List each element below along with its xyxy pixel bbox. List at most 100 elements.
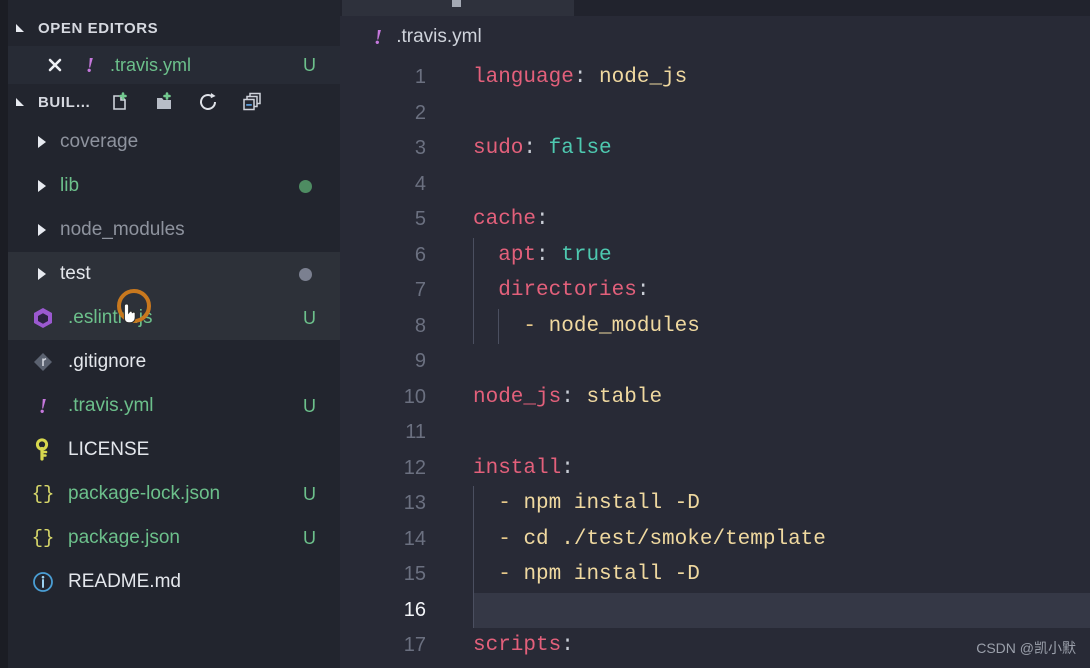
line-number[interactable]: 10 bbox=[340, 386, 440, 409]
line-number[interactable]: 6 bbox=[340, 244, 440, 267]
watermark: CSDN @凯小默 bbox=[976, 640, 1076, 656]
travis-yml-icon: ! bbox=[38, 393, 48, 418]
chevron-down-icon[interactable] bbox=[14, 20, 30, 36]
chevron-right-icon[interactable] bbox=[32, 132, 52, 152]
explorer-sidebar: OPEN EDITORS ! .travis.yml U BUIL… cover… bbox=[8, 0, 340, 668]
vscode-window: OPEN EDITORS ! .travis.yml U BUIL… cover… bbox=[0, 0, 1090, 668]
code-token: : bbox=[573, 66, 587, 90]
line-number[interactable]: 3 bbox=[340, 137, 440, 160]
code-line[interactable]: 12 install: bbox=[340, 451, 1090, 487]
chevron-right-icon[interactable] bbox=[32, 176, 52, 196]
line-number[interactable]: 12 bbox=[340, 457, 440, 480]
code-token: : bbox=[636, 279, 650, 303]
line-number[interactable]: 8 bbox=[340, 315, 440, 338]
tree-file-label: package.json bbox=[68, 527, 180, 548]
git-status-badge: U bbox=[303, 307, 316, 328]
code-line[interactable]: 9 bbox=[340, 344, 1090, 380]
code-line[interactable]: 4 bbox=[340, 167, 1090, 203]
code-token: npm install -D bbox=[523, 563, 700, 587]
tree-file-travis[interactable]: ! .travis.yml U bbox=[8, 384, 340, 428]
code-line[interactable]: 15 - npm install -D bbox=[340, 557, 1090, 593]
code-line[interactable]: 11 bbox=[340, 415, 1090, 451]
tree-folder-label: node_modules bbox=[60, 219, 185, 240]
line-number[interactable]: 1 bbox=[340, 66, 440, 89]
code-text: language: node_js bbox=[440, 66, 687, 89]
explorer-section-header[interactable]: BUIL… bbox=[8, 84, 340, 120]
code-line[interactable]: 10 node_js: stable bbox=[340, 380, 1090, 416]
collapse-folders-button[interactable] bbox=[241, 91, 263, 113]
new-folder-button[interactable] bbox=[153, 91, 175, 113]
code-token: scripts bbox=[473, 634, 562, 658]
tree-file-package-json[interactable]: {} package.json U bbox=[8, 516, 340, 560]
code-token: - bbox=[523, 314, 537, 338]
code-line[interactable]: 2 bbox=[340, 96, 1090, 132]
line-number[interactable]: 16 bbox=[340, 599, 440, 622]
code-line[interactable]: 16 bbox=[340, 592, 1090, 628]
code-text: - node_modules bbox=[440, 314, 699, 338]
code-line[interactable]: 6 apt: true bbox=[340, 237, 1090, 273]
code-text: install: bbox=[440, 457, 574, 480]
code-token: : bbox=[536, 208, 549, 232]
travis-yml-icon: ! bbox=[374, 24, 383, 49]
code-editor[interactable]: 1 language: node_js 2 3 sudo: false 4 5 cache: 6… bbox=[340, 60, 1090, 668]
tree-folder-coverage[interactable]: coverage bbox=[8, 120, 340, 164]
line-number[interactable]: 7 bbox=[340, 279, 440, 302]
key-icon bbox=[28, 437, 58, 463]
line-number[interactable]: 11 bbox=[340, 421, 440, 444]
tree-file-label: package-lock.json bbox=[68, 483, 221, 504]
tree-folder-node-modules[interactable]: node_modules bbox=[8, 208, 340, 252]
line-number[interactable]: 13 bbox=[340, 492, 440, 515]
tree-file-eslintrc[interactable]: .eslintrc.js U bbox=[8, 296, 340, 340]
code-token: language bbox=[473, 66, 574, 90]
tree-file-package-lock[interactable]: {} package-lock.json U bbox=[8, 472, 340, 516]
code-line[interactable]: 13 - npm install -D bbox=[340, 486, 1090, 522]
code-text: cache: bbox=[440, 208, 549, 231]
code-line[interactable]: 14 - cd ./test/smoke/template bbox=[340, 521, 1090, 557]
open-editors-section-header[interactable]: OPEN EDITORS bbox=[8, 10, 340, 46]
git-status-badge: U bbox=[303, 483, 316, 504]
new-file-button[interactable] bbox=[109, 91, 131, 113]
code-line[interactable]: 1 language: node_js bbox=[340, 60, 1090, 96]
code-text: scripts: bbox=[440, 634, 574, 657]
editor-tab-travis[interactable] bbox=[342, 0, 574, 16]
code-line[interactable]: 5 cache: bbox=[340, 202, 1090, 238]
code-line[interactable]: 7 directories: bbox=[340, 273, 1090, 309]
git-icon bbox=[28, 349, 58, 375]
line-number[interactable]: 9 bbox=[340, 350, 440, 373]
open-editor-item-travis[interactable]: ! .travis.yml U bbox=[8, 46, 340, 84]
line-number[interactable]: 2 bbox=[340, 102, 440, 125]
tree-file-label: .eslintrc.js bbox=[68, 307, 153, 328]
code-token: : bbox=[561, 456, 574, 480]
editor-tab-strip bbox=[340, 0, 1090, 16]
line-number[interactable]: 15 bbox=[340, 563, 440, 586]
tree-folder-lib[interactable]: lib bbox=[8, 164, 340, 208]
tree-folder-test[interactable]: test bbox=[8, 252, 340, 296]
tree-file-readme[interactable]: README.md bbox=[8, 560, 340, 604]
code-line[interactable]: 3 sudo: false bbox=[340, 131, 1090, 167]
tree-file-license[interactable]: LICENSE bbox=[8, 428, 340, 472]
code-token: sudo bbox=[473, 137, 524, 161]
line-number[interactable]: 5 bbox=[340, 208, 440, 231]
code-line[interactable]: 8 - node_modules bbox=[340, 308, 1090, 344]
tree-file-gitignore[interactable]: .gitignore bbox=[8, 340, 340, 384]
chevron-down-icon[interactable] bbox=[14, 94, 30, 110]
refresh-explorer-button[interactable] bbox=[197, 91, 219, 113]
line-number[interactable]: 4 bbox=[340, 173, 440, 196]
close-icon[interactable] bbox=[46, 56, 64, 74]
tree-folder-label: lib bbox=[60, 175, 80, 196]
open-editor-label: .travis.yml bbox=[110, 54, 191, 75]
chevron-right-icon[interactable] bbox=[32, 264, 52, 284]
open-editors-title: OPEN EDITORS bbox=[38, 19, 159, 37]
chevron-right-icon[interactable] bbox=[32, 220, 52, 240]
line-number[interactable]: 14 bbox=[340, 528, 440, 551]
line-number[interactable]: 17 bbox=[340, 634, 440, 657]
breadcrumb[interactable]: ! .travis.yml bbox=[340, 16, 1090, 58]
